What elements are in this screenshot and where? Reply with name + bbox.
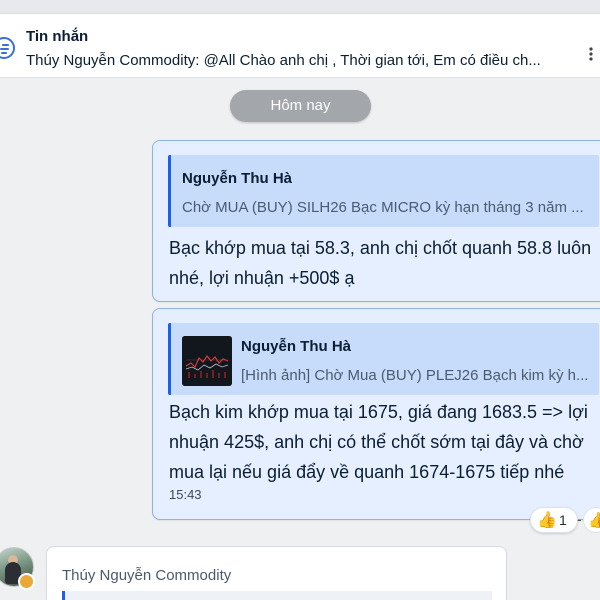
more-options-icon[interactable] <box>582 46 600 62</box>
sender-name: Thúy Nguyễn Commodity <box>62 567 232 584</box>
message-timestamp: 15:43 <box>169 487 202 502</box>
chart-thumbnail-image[interactable] <box>182 336 232 386</box>
key-badge-icon <box>18 573 35 590</box>
like-outline-icon: 👍 <box>588 512 600 529</box>
thumbs-up-icon: 👍 <box>537 512 557 529</box>
pinned-message-bar[interactable]: Tin nhắn Thúy Nguyễn Commodity: @All Chà… <box>0 14 600 78</box>
reply-quote[interactable] <box>62 591 492 600</box>
pinned-preview[interactable]: Thúy Nguyễn Commodity: @All Chào anh chị… <box>26 52 571 69</box>
quote-author: Nguyễn Thu Hà <box>182 170 293 187</box>
quote-author: Nguyễn Thu Hà <box>241 338 352 355</box>
add-reaction-button[interactable]: 👍 <box>583 507 600 533</box>
reaction-separator: - <box>577 511 582 527</box>
reply-quote[interactable]: Nguyễn Thu Hà [Hình ảnh] Chờ Mua (BUY) P… <box>168 323 599 395</box>
reaction-count: 1 <box>559 512 567 528</box>
quote-text: [Hình ảnh] Chờ Mua (BUY) PLEJ26 Bạch kim… <box>241 367 589 384</box>
message-text: Bạch kim khớp mua tại 1675, giá đang 168… <box>169 402 588 482</box>
pinned-title: Tin nhắn <box>26 28 89 45</box>
message-text: Bạc khớp mua tại 58.3, anh chị chốt quan… <box>169 238 592 288</box>
reply-quote[interactable]: Nguyễn Thu Hà Chờ MUA (BUY) SILH26 Bạc M… <box>168 155 599 227</box>
top-band <box>0 0 600 14</box>
incoming-message-bubble[interactable]: Thúy Nguyễn Commodity <box>46 546 507 600</box>
date-divider: Hôm nay <box>230 90 371 122</box>
quote-text: Chờ MUA (BUY) SILH26 Bạc MICRO kỳ hạn th… <box>182 199 584 216</box>
message-bubble[interactable]: Nguyễn Thu Hà Chờ MUA (BUY) SILH26 Bạc M… <box>152 140 600 302</box>
message-bubble[interactable]: Nguyễn Thu Hà [Hình ảnh] Chờ Mua (BUY) P… <box>152 308 600 520</box>
pinned-list-icon[interactable] <box>0 37 15 59</box>
reaction-badge[interactable]: 👍 1 <box>530 507 578 533</box>
